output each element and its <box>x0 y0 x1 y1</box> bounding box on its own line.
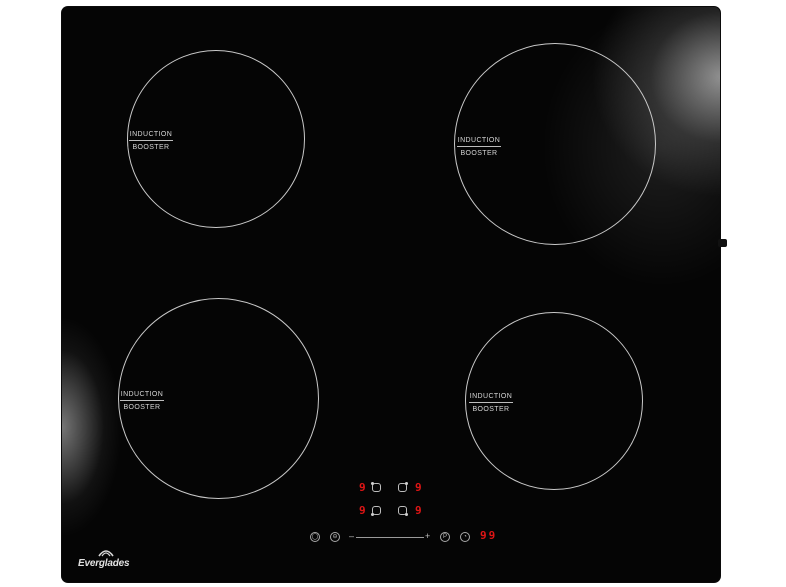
zone-label-rear-right: INDUCTION BOOSTER <box>457 137 501 157</box>
zone-label-induction: INDUCTION <box>457 137 501 144</box>
pause-button[interactable]: P <box>440 532 450 542</box>
zone-label-induction: INDUCTION <box>120 391 164 398</box>
zone-label-divider <box>120 400 164 401</box>
zone-selector-rear-left-icon[interactable] <box>371 482 381 492</box>
brand-logo-text: Everglades <box>78 558 130 569</box>
power-level-display-front-left: 9 <box>359 504 366 517</box>
timer-button-icon[interactable]: ◔ <box>460 532 470 542</box>
brand-logo-icon <box>98 550 114 557</box>
zone-label-front-right: INDUCTION BOOSTER <box>469 393 513 413</box>
zone-label-rear-left: INDUCTION BOOSTER <box>129 131 173 151</box>
zone-label-induction: INDUCTION <box>129 131 173 138</box>
zone-position-dot <box>371 482 374 485</box>
zone-label-divider <box>457 146 501 147</box>
zone-label-booster: BOOSTER <box>472 406 510 413</box>
increase-button[interactable]: + <box>425 532 430 541</box>
timer-display: 99 <box>480 529 498 542</box>
pause-symbol: P <box>442 534 447 540</box>
zone-label-booster: BOOSTER <box>123 404 161 411</box>
zone-label-divider <box>469 402 513 403</box>
zone-label-front-left: INDUCTION BOOSTER <box>120 391 164 411</box>
power-level-display-rear-left: 9 <box>359 481 366 494</box>
power-button-icon[interactable]: ◯ <box>310 532 320 542</box>
power-cable <box>718 239 727 247</box>
power-level-display-rear-right: 9 <box>415 481 422 494</box>
zone-selector-rear-right-icon[interactable] <box>398 482 408 492</box>
clock-icon: ◔ <box>463 534 467 540</box>
zone-position-dot <box>371 513 374 516</box>
decrease-button[interactable]: – <box>349 532 354 541</box>
key-lock-icon: ⊖ <box>332 534 338 540</box>
power-symbol-icon: ◯ <box>311 534 319 540</box>
power-level-display-front-right: 9 <box>415 504 422 517</box>
zone-label-induction: INDUCTION <box>469 393 513 400</box>
power-slider[interactable] <box>356 537 424 538</box>
zone-selector-front-right-icon[interactable] <box>398 506 408 516</box>
zone-label-booster: BOOSTER <box>132 144 170 151</box>
zone-position-dot <box>405 513 408 516</box>
zone-label-divider <box>129 140 173 141</box>
zone-label-booster: BOOSTER <box>460 150 498 157</box>
lock-button-icon[interactable]: ⊖ <box>330 532 340 542</box>
zone-selector-front-left-icon[interactable] <box>371 506 381 516</box>
zone-position-dot <box>405 482 408 485</box>
